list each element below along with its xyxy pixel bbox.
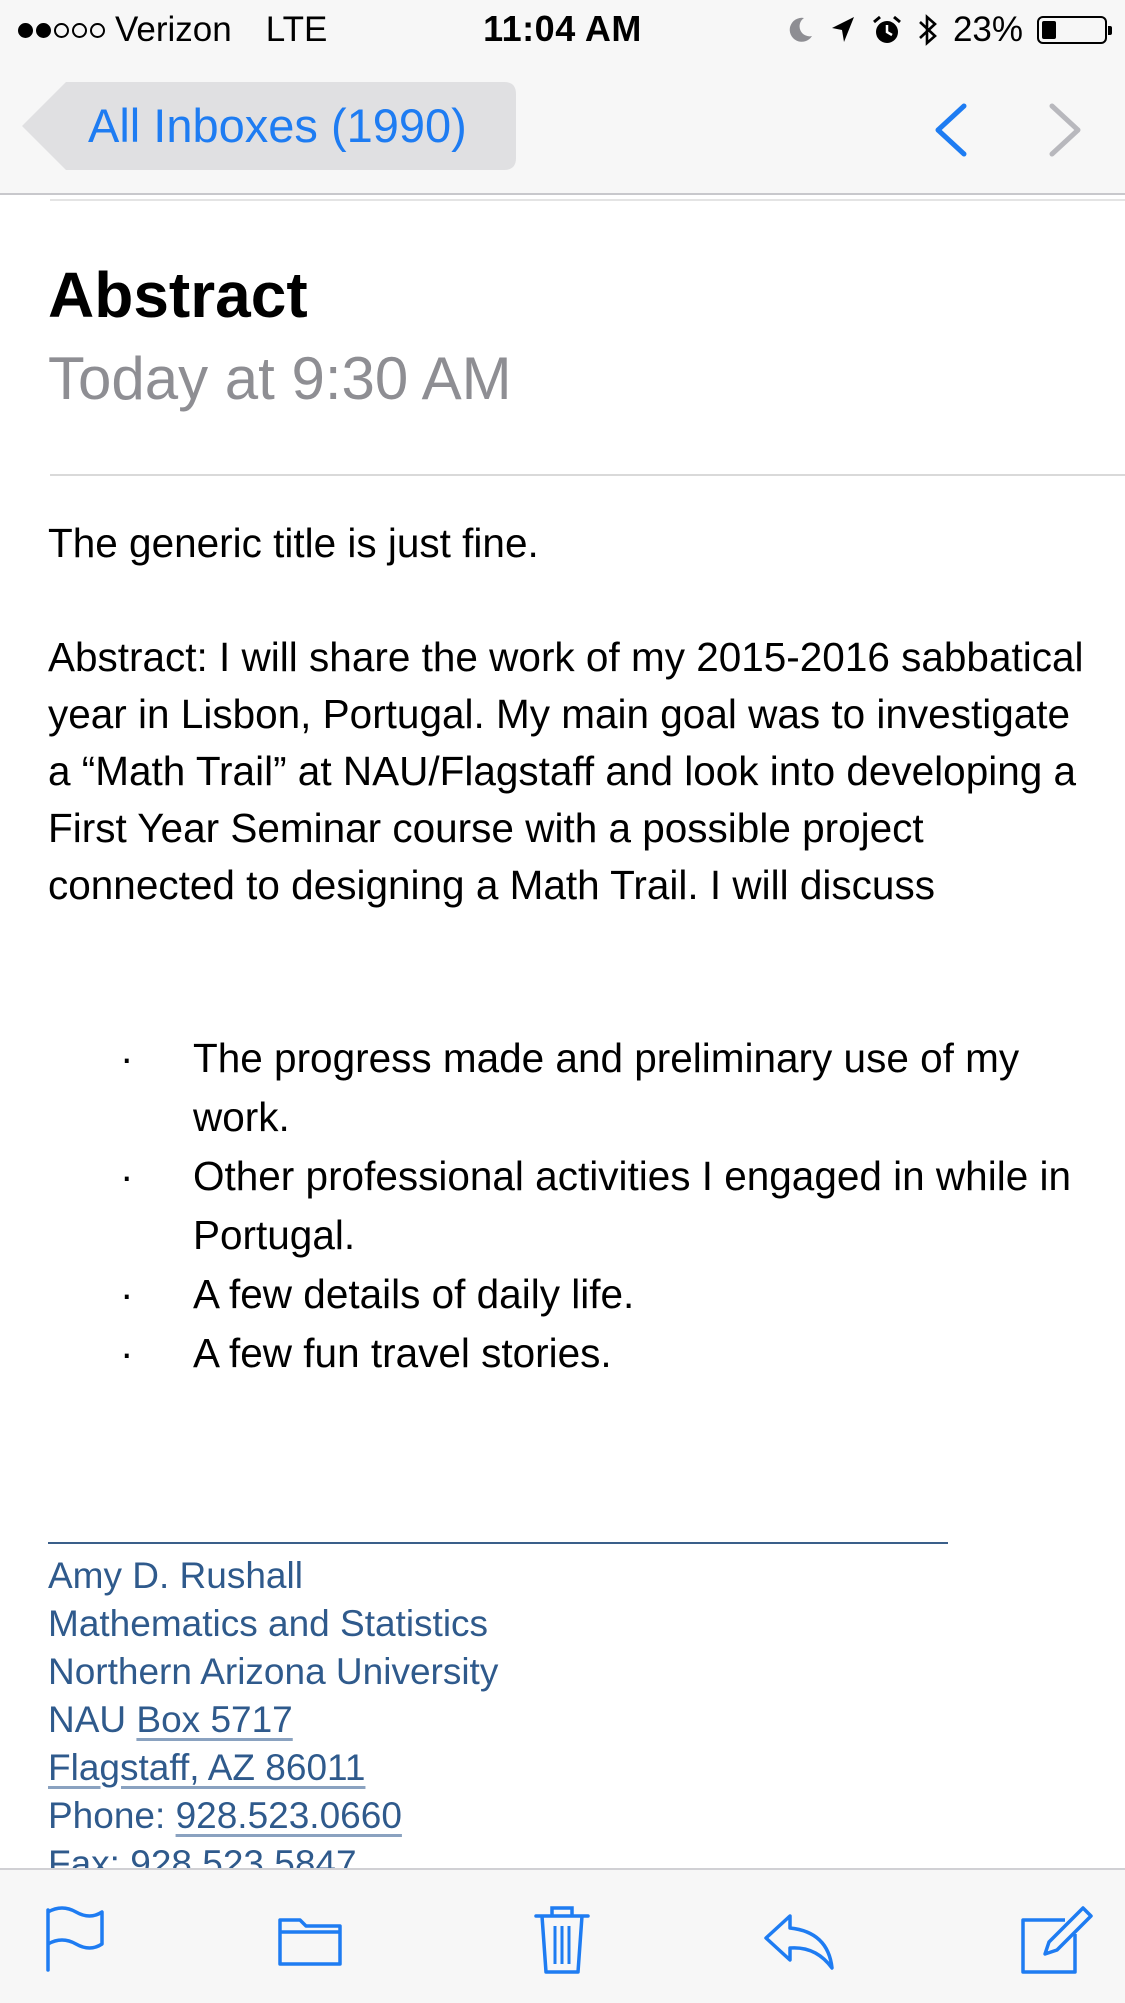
signature-name: Amy D. Rushall	[48, 1555, 303, 1596]
status-bar: Verizon LTE 11:04 AM 23%	[0, 0, 1125, 60]
signature-phone: Phone: 928.523.0660	[48, 1792, 498, 1840]
address-link[interactable]: Box 5717	[136, 1699, 292, 1740]
bullet-list: · The progress made and preliminary use …	[48, 1029, 1108, 1383]
list-item: · The progress made and preliminary use …	[48, 1029, 1108, 1147]
reply-icon[interactable]	[760, 1898, 840, 1978]
signature-box: NAU Box 5717	[48, 1696, 498, 1744]
battery-percentage: 23%	[952, 10, 1023, 49]
alarm-icon	[872, 15, 901, 43]
signature-city: Flagstaff, AZ 86011	[48, 1744, 498, 1792]
bullet-marker: ·	[120, 1271, 134, 1317]
compose-icon[interactable]	[1015, 1898, 1095, 1978]
bullet-marker: ·	[120, 1035, 134, 1081]
phone-link[interactable]: 928.523.0660	[176, 1795, 402, 1836]
address-link[interactable]: Flagstaff, AZ 86011	[48, 1747, 365, 1788]
body-paragraph: Abstract: I will share the work of my 20…	[48, 634, 1084, 908]
body-paragraph: The generic title is just fine.	[48, 520, 539, 566]
next-message-button[interactable]	[1040, 100, 1090, 160]
list-item-text: The progress made and preliminary use of…	[193, 1035, 1020, 1140]
header-divider	[50, 474, 1125, 476]
message-subject: Abstract	[48, 259, 308, 331]
list-item: · A few fun travel stories.	[48, 1324, 1108, 1383]
folder-icon[interactable]	[270, 1898, 350, 1978]
do-not-disturb-icon	[789, 17, 812, 42]
previous-message-button[interactable]	[926, 100, 976, 160]
phone-label: Phone:	[48, 1795, 176, 1836]
list-item: · A few details of daily life.	[48, 1265, 1108, 1324]
signature-box-prefix: NAU	[48, 1699, 137, 1740]
status-right: 23%	[785, 8, 1112, 52]
location-arrow-icon	[831, 17, 854, 42]
bullet-marker: ·	[120, 1153, 134, 1199]
message-date: Today at 9:30 AM	[48, 345, 512, 412]
flag-icon[interactable]	[32, 1898, 112, 1978]
signature-block: Amy D. Rushall Mathematics and Statistic…	[48, 1552, 498, 1888]
list-item-text: A few details of daily life.	[193, 1271, 635, 1317]
signature-divider	[48, 1542, 948, 1544]
bullet-marker: ·	[120, 1330, 134, 1376]
battery-icon	[1037, 16, 1112, 44]
navigation-bar: All Inboxes (1990)	[0, 60, 1125, 195]
back-button-label: All Inboxes (1990)	[88, 99, 467, 152]
list-item-text: A few fun travel stories.	[193, 1330, 612, 1376]
bottom-toolbar	[0, 1868, 1125, 2003]
trash-icon[interactable]	[522, 1898, 602, 1978]
back-button[interactable]: All Inboxes (1990)	[22, 82, 516, 170]
divider	[50, 199, 1125, 201]
signature-university: Northern Arizona University	[48, 1651, 499, 1692]
battery-fill	[1042, 21, 1056, 39]
list-item-text: Other professional activities I engaged …	[193, 1153, 1071, 1258]
signature-department: Mathematics and Statistics	[48, 1603, 489, 1644]
list-item: · Other professional activities I engage…	[48, 1147, 1108, 1265]
bluetooth-icon	[919, 14, 937, 46]
